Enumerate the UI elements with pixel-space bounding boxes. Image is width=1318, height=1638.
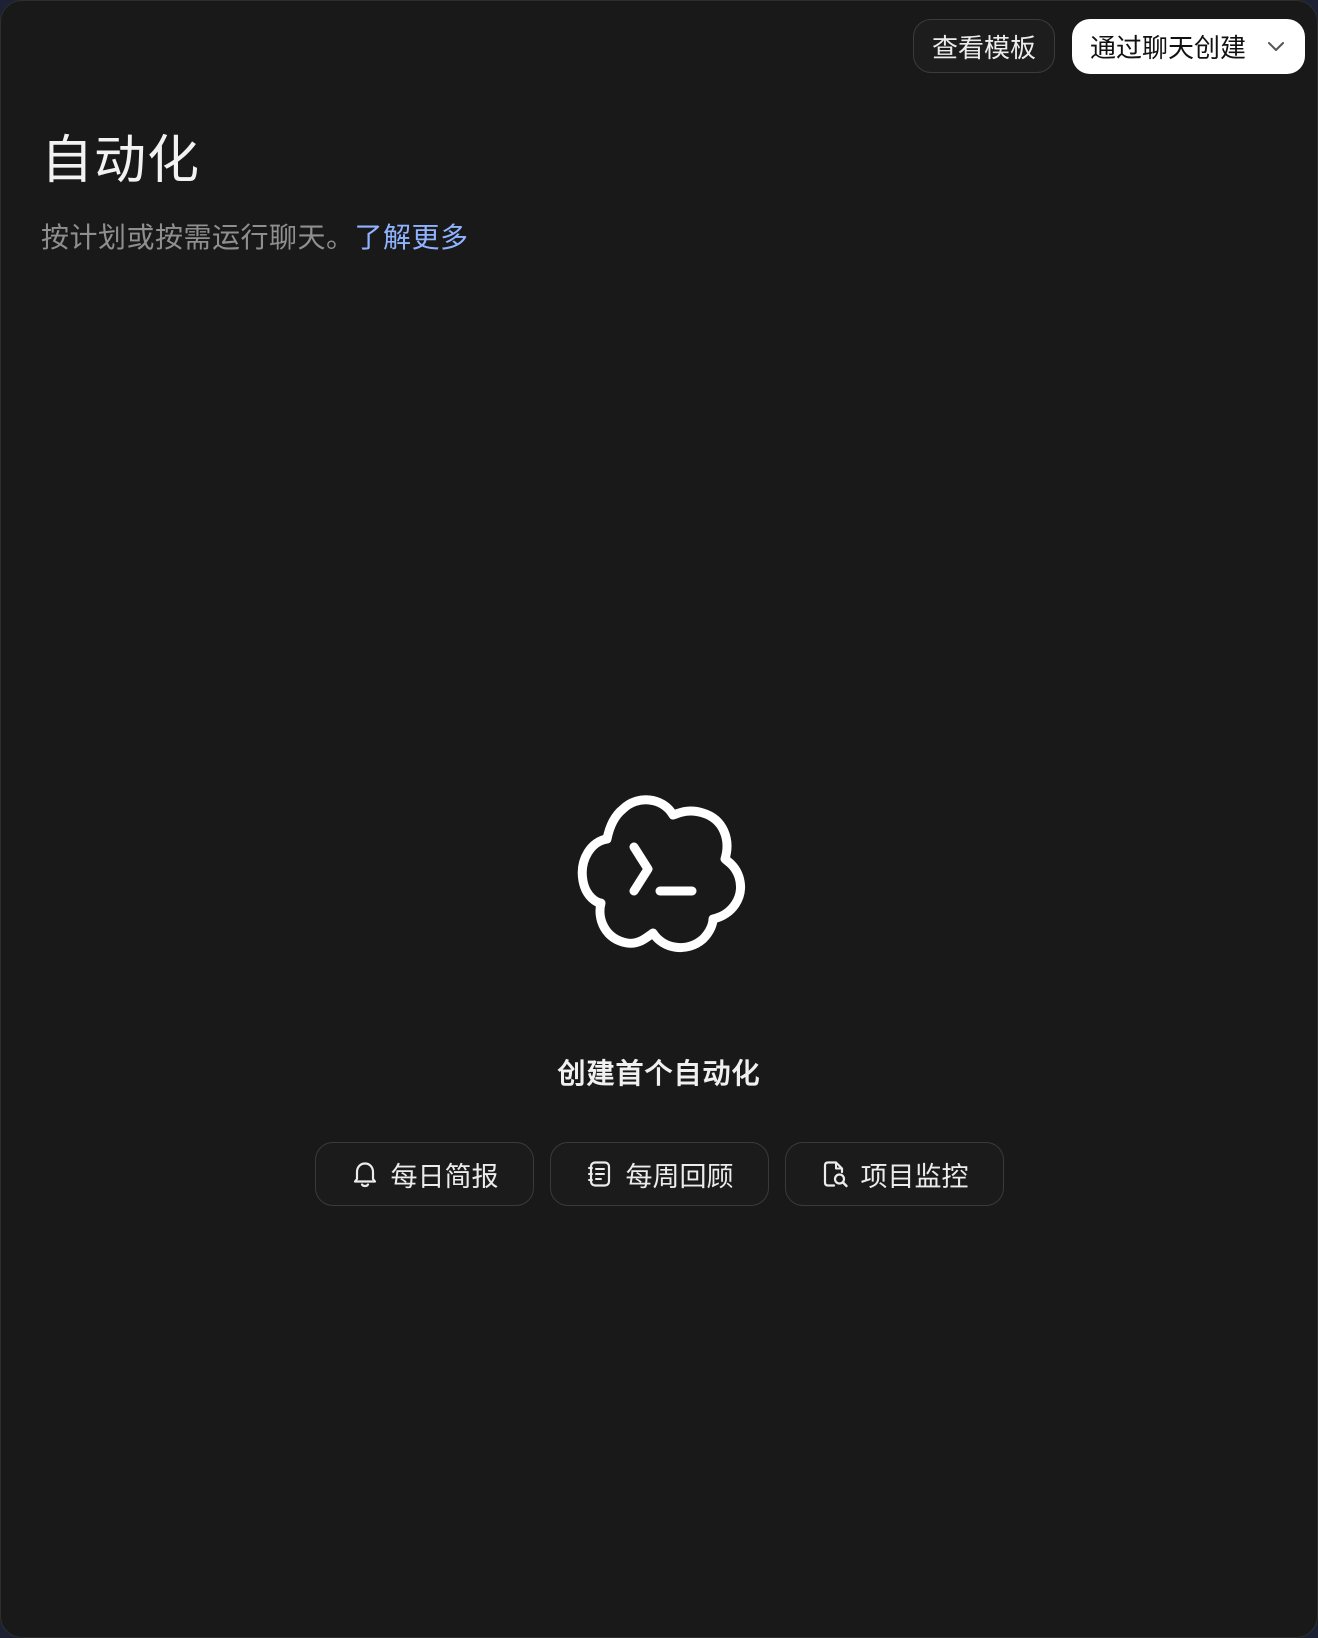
view-templates-label: 查看模板 <box>931 33 1036 64</box>
suggestion-daily-brief-button[interactable]: 每日简报 <box>315 1142 534 1206</box>
suggestion-project-monitor-button[interactable]: 项目监控 <box>785 1142 1004 1206</box>
suggestion-label: 每日简报 <box>390 1161 499 1193</box>
learn-more-link[interactable]: 了解更多 <box>355 221 469 254</box>
view-templates-button[interactable]: 查看模板 <box>913 19 1055 73</box>
empty-state-title: 创建首个自动化 <box>557 1057 761 1090</box>
file-search-icon <box>821 1160 849 1188</box>
suggestion-label: 项目监控 <box>860 1161 969 1193</box>
chevron-down-icon[interactable] <box>1265 36 1287 58</box>
page-title: 自动化 <box>41 131 201 191</box>
page-subtitle: 按计划或按需运行聊天。了解更多 <box>41 216 469 256</box>
notebook-icon <box>586 1160 614 1188</box>
create-via-chat-label: 通过聊天创建 <box>1090 34 1247 64</box>
create-via-chat-button[interactable]: 通过聊天创建 <box>1072 19 1305 74</box>
automation-window: 查看模板 通过聊天创建 自动化 按计划或按需运行聊天。了解更多 创建首个自动化 … <box>0 0 1318 1638</box>
suggestion-weekly-review-button[interactable]: 每周回顾 <box>550 1142 769 1206</box>
suggestion-label: 每周回顾 <box>625 1161 734 1193</box>
bell-icon <box>351 1160 379 1188</box>
cloud-terminal-icon <box>577 795 745 953</box>
subtitle-text: 按计划或按需运行聊天。 <box>41 221 355 254</box>
